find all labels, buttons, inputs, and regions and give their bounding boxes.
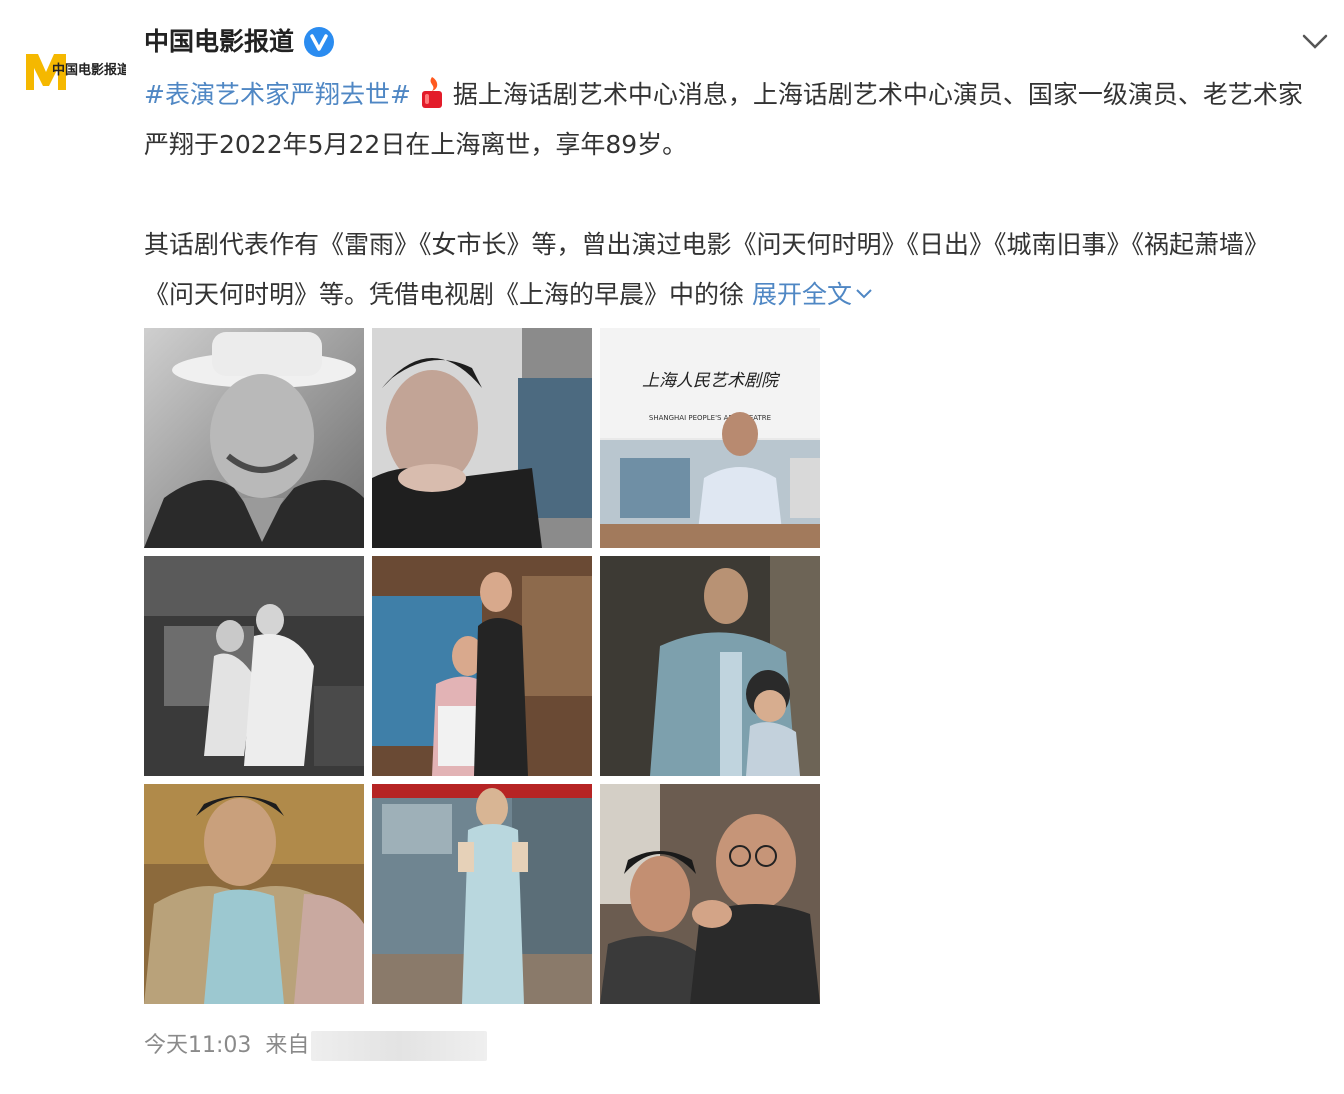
post-body: #表演艺术家严翔去世# 据上海话剧艺术中心消息，上海话剧艺术中心演员、国家一级演员…: [144, 70, 1304, 320]
photo-5[interactable]: [372, 556, 592, 776]
photo-9[interactable]: [600, 784, 820, 1004]
hashtag-link[interactable]: #表演艺术家严翔去世#: [144, 80, 411, 109]
photo-7[interactable]: [144, 784, 364, 1004]
chevron-down-icon[interactable]: [1300, 30, 1330, 54]
source-label: 来自: [265, 1033, 310, 1058]
source-app-blurred: [311, 1031, 488, 1061]
photo-6[interactable]: [600, 556, 820, 776]
photo-grid: 上海人民艺术剧院 SHANGHAI PEOPLE'S ART THEATRE: [144, 328, 820, 1004]
photo-3[interactable]: 上海人民艺术剧院 SHANGHAI PEOPLE'S ART THEATRE: [600, 328, 820, 548]
account-logo: 中国电影报道 NEWS: [26, 54, 126, 90]
theatre-sign-text: 上海人民艺术剧院: [642, 371, 781, 391]
expand-label: 展开全文: [751, 280, 852, 309]
post-text-2: 其话剧代表作有《雷雨》《女市长》等，曾出演过电影《问天何时明》《日出》《城南旧事…: [144, 230, 1270, 309]
account-name[interactable]: 中国电影报道: [144, 24, 294, 60]
post-time[interactable]: 今天11:03: [144, 1028, 251, 1064]
photo-2[interactable]: [372, 328, 592, 548]
candle-icon: [417, 75, 447, 109]
avatar[interactable]: 中国电影报道 NEWS: [22, 44, 126, 96]
account-name-row: 中国电影报道: [144, 24, 335, 60]
photo-1[interactable]: [144, 328, 364, 548]
logo-text: 中国电影报道 NEWS: [52, 62, 126, 78]
photo-8[interactable]: [372, 784, 592, 1004]
photo-4[interactable]: [144, 556, 364, 776]
post-meta: 今天11:03 来自: [144, 1028, 488, 1064]
expand-full-text-link[interactable]: 展开全文: [752, 280, 873, 309]
verified-badge-icon: [304, 27, 335, 57]
chevron-down-small-icon: [856, 289, 872, 299]
